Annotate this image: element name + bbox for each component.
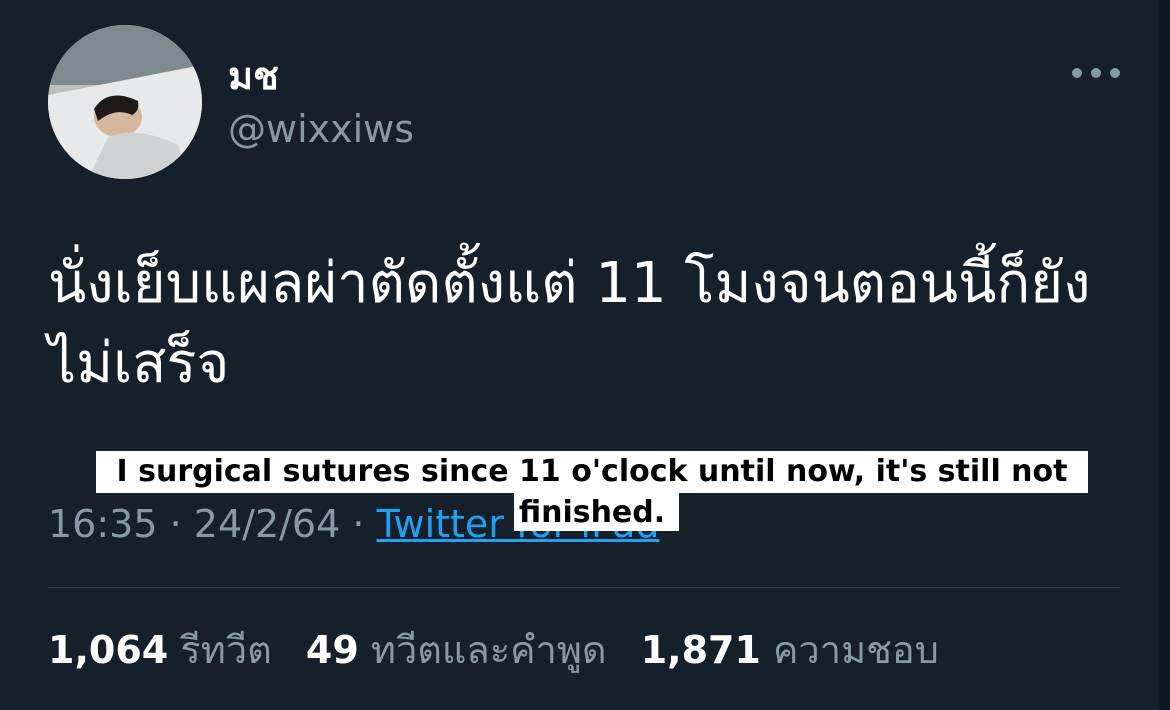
divider: [48, 587, 1120, 588]
tweet-stats: 1,064 รีทวีต 49 ทวีตและคำพูด 1,871 ความช…: [48, 622, 961, 678]
more-horizontal-icon: [1110, 68, 1120, 78]
likes-stat[interactable]: 1,871 ความชอบ: [641, 628, 939, 672]
quotes-stat[interactable]: 49 ทวีตและคำพูด: [306, 628, 619, 672]
retweets-count: 1,064: [48, 628, 169, 672]
quotes-count: 49: [305, 628, 359, 672]
translation-caption: I surgical sutures since 11 o'clock unti…: [116, 454, 1068, 530]
tweet-text: นั่งเย็บแผลผ่าตัดตั้งแต่ 11 โมงจนตอนนี้ก…: [48, 251, 1091, 396]
retweets-label: รีทวีต: [180, 628, 272, 672]
more-horizontal-icon: [1091, 68, 1101, 78]
likes-label: ความชอบ: [773, 628, 939, 672]
user-handle[interactable]: @wixxiws: [228, 104, 414, 154]
more-options-button[interactable]: [1072, 55, 1120, 91]
display-name[interactable]: มช: [228, 52, 279, 100]
likes-count: 1,871: [640, 628, 761, 672]
quotes-label: ทวีตและคำพูด: [370, 628, 607, 672]
profile-photo-icon: [48, 25, 202, 179]
retweets-stat[interactable]: 1,064 รีทวีต: [48, 628, 284, 672]
more-horizontal-icon: [1072, 68, 1082, 78]
avatar[interactable]: [48, 25, 202, 179]
scrollbar[interactable]: [1158, 0, 1170, 710]
